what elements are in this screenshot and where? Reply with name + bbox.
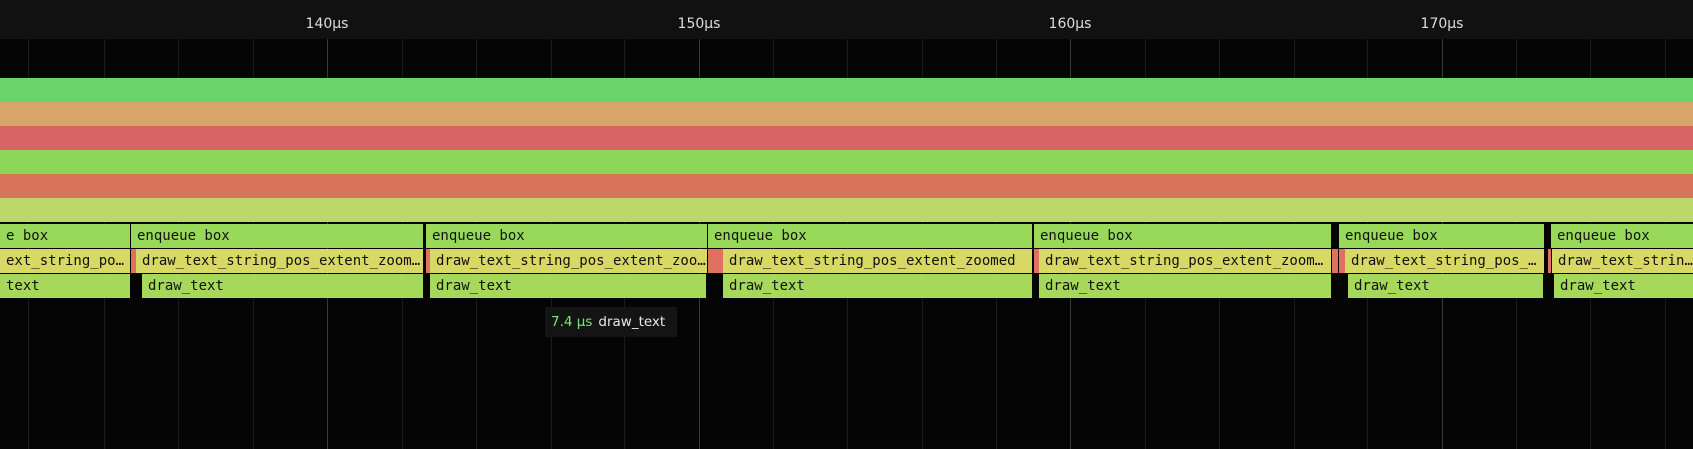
enqueue-span[interactable]: enqueue box — [426, 224, 707, 248]
draw-span[interactable]: draw_text — [723, 274, 1032, 298]
time-ruler[interactable]: 140µs 150µs 160µs 170µs — [0, 0, 1693, 39]
timeline-lane-1[interactable] — [0, 78, 1693, 102]
extent-span[interactable]: draw_text_string_pos_extent_zoomed — [723, 249, 1032, 273]
short-span-marker[interactable] — [426, 249, 430, 273]
tooltip-duration: 7.4 µs — [551, 314, 593, 330]
enqueue-span[interactable]: enqueue box — [1034, 224, 1331, 248]
extent-span[interactable]: draw_text_string_pos_extent_zoomed — [1039, 249, 1331, 273]
span-tooltip: 7.4 µs draw_text — [545, 307, 677, 337]
short-span-marker[interactable] — [1339, 249, 1345, 273]
enqueue-span[interactable]: enqueue box — [1339, 224, 1544, 248]
extent-span[interactable]: draw_text_string_pos_extent_zoo… — [430, 249, 707, 273]
draw-span[interactable]: draw_text — [430, 274, 706, 298]
enqueue-span[interactable]: enqueue box — [1551, 224, 1693, 248]
enqueue-span[interactable]: e box — [0, 224, 130, 248]
short-span-marker[interactable] — [1034, 249, 1039, 273]
extent-span[interactable]: ext_string_pos… — [0, 249, 130, 273]
timeline-lane-6[interactable] — [0, 198, 1693, 222]
timeline-lane-5[interactable] — [0, 174, 1693, 198]
extent-span[interactable]: draw_text_string_ — [1552, 249, 1693, 273]
draw-span[interactable]: draw_text — [142, 274, 423, 298]
short-span-marker[interactable] — [1548, 249, 1551, 273]
timeline-lane-2[interactable] — [0, 102, 1693, 126]
ruler-tick-label: 140µs — [305, 16, 349, 32]
draw-span[interactable]: draw_text — [1348, 274, 1544, 298]
timeline-lane-3[interactable] — [0, 126, 1693, 150]
extent-span[interactable]: draw_text_string_pos_e… — [1345, 249, 1544, 273]
gap-marker — [1543, 274, 1554, 298]
gap-marker — [1033, 274, 1039, 298]
ruler-tick-label: 160µs — [1048, 16, 1092, 32]
draw-span[interactable]: draw_text — [1554, 274, 1693, 298]
enqueue-span[interactable]: enqueue box — [708, 224, 1032, 248]
ruler-tick-label: 170µs — [1420, 16, 1464, 32]
tooltip-name: draw_text — [598, 314, 666, 330]
flame-track: e box enqueue box enqueue box enqueue box en… — [0, 224, 1693, 299]
draw-span[interactable]: text — [0, 274, 130, 298]
ruler-tick-label: 150µs — [677, 16, 721, 32]
short-span-marker[interactable] — [1332, 249, 1338, 273]
gap-marker — [423, 274, 430, 298]
enqueue-span[interactable]: enqueue box — [131, 224, 423, 248]
gap-marker — [1331, 274, 1348, 298]
gap-marker — [706, 274, 723, 298]
short-span-marker[interactable] — [131, 249, 136, 273]
short-span-marker[interactable] — [708, 249, 723, 273]
draw-span[interactable]: draw_text — [1039, 274, 1331, 298]
gap-marker — [130, 274, 142, 298]
timeline-lane-4[interactable] — [0, 150, 1693, 174]
extent-span[interactable]: draw_text_string_pos_extent_zoomed — [136, 249, 423, 273]
